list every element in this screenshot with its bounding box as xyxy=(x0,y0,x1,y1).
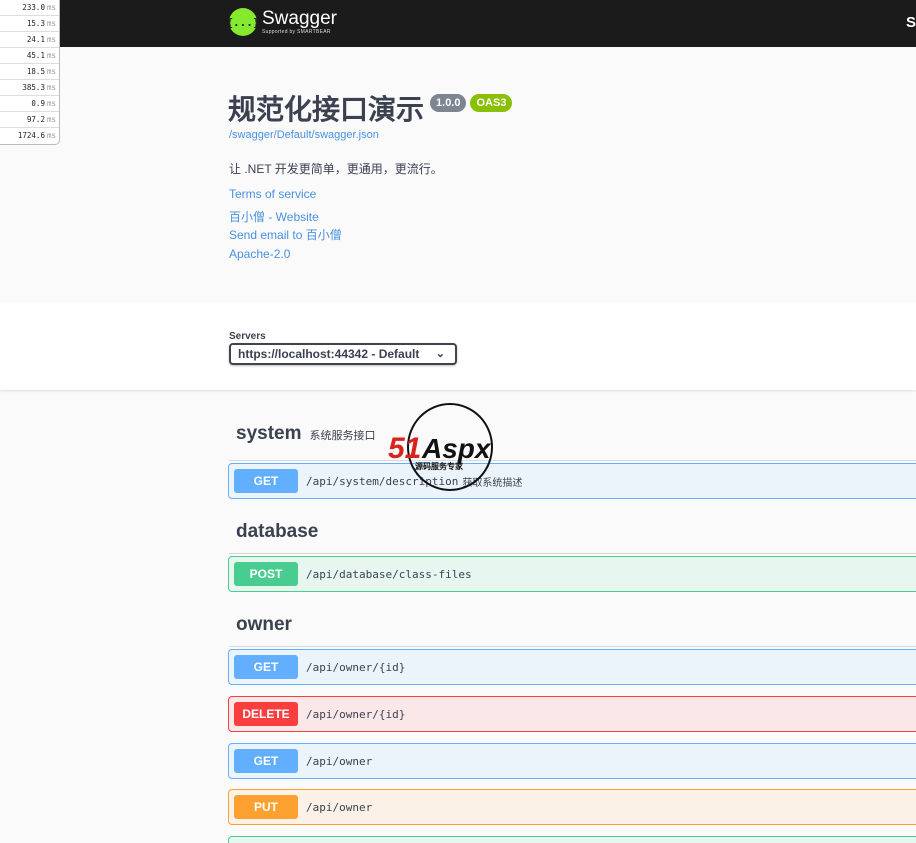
timing-panel: 233.0 ms 15.3 ms 24.1 ms 45.1 ms 18.5 ms 385.… xyxy=(0,0,60,145)
tag-system[interactable]: system 系统服务接口 xyxy=(236,423,376,445)
tag-name: database xyxy=(236,521,319,542)
timing-row: 18.5 ms xyxy=(0,64,59,80)
operation-path: /api/system/description xyxy=(306,474,459,488)
operation-post-database-class-files[interactable]: POST /api/database/class-files xyxy=(228,556,916,592)
operation-get-system-description[interactable]: GET /api/system/description 获取系统描述 xyxy=(228,463,916,499)
oas-badge: OAS3 xyxy=(470,94,513,112)
operation-put-owner[interactable]: PUT /api/owner xyxy=(228,789,916,825)
api-description: 让 .NET 开发更简单，更通用，更流行。 xyxy=(229,162,443,176)
operation-path: /api/database/class-files xyxy=(306,567,472,581)
tag-name: system xyxy=(236,423,302,444)
tag-owner[interactable]: owner xyxy=(236,614,292,636)
timing-row: 233.0 ms xyxy=(0,0,59,16)
tag-divider xyxy=(229,646,916,647)
terms-of-service-link[interactable]: Terms of service xyxy=(229,187,316,201)
tag-divider xyxy=(229,460,916,461)
license-link[interactable]: Apache-2.0 xyxy=(229,247,290,261)
contact-email-link[interactable]: Send email to 百小僧 xyxy=(229,226,342,243)
version-badge: 1.0.0 xyxy=(430,94,467,112)
timing-row: 1724.6 ms xyxy=(17,131,56,140)
operation-summary: 获取系统描述 xyxy=(462,477,523,489)
operation-path: /api/owner/{id} xyxy=(306,660,406,674)
servers-section: Servers https://localhost:44342 - Defaul… xyxy=(0,302,916,390)
topbar: {...} Swagger Supported by SMARTBEAR S xyxy=(0,0,916,47)
method-badge: POST xyxy=(234,562,298,586)
servers-select[interactable]: https://localhost:44342 - Default ⌄ xyxy=(229,343,457,365)
website-link[interactable]: 百小僧 - Website xyxy=(229,208,319,225)
operation-path: /api/owner xyxy=(306,800,373,814)
timing-row: 45.1 ms xyxy=(0,48,59,64)
operation-get-owner[interactable]: GET /api/owner xyxy=(228,743,916,779)
operation-path: /api/owner/{id} xyxy=(306,707,406,721)
brand-sub: Supported by SMARTBEAR xyxy=(262,29,331,35)
timing-row: 24.1 ms xyxy=(0,32,59,48)
operation-delete-owner-id[interactable]: DELETE /api/owner/{id} xyxy=(228,696,916,732)
swagger-logo-icon: {...} xyxy=(226,8,260,36)
timing-row: 385.3 ms xyxy=(0,80,59,96)
method-badge: GET xyxy=(234,655,298,679)
tag-divider xyxy=(229,553,916,554)
operation-get-owner-id[interactable]: GET /api/owner/{id} xyxy=(228,649,916,685)
api-title: 规范化接口演示 xyxy=(228,94,425,125)
servers-selected-value: https://localhost:44342 - Default xyxy=(238,347,420,361)
method-badge: GET xyxy=(234,469,298,493)
operation-partial-next[interactable] xyxy=(228,836,916,843)
chevron-down-icon: ⌄ xyxy=(435,348,445,360)
servers-label: Servers xyxy=(229,331,266,342)
timing-row: 97.2 ms xyxy=(0,112,59,128)
swagger-logo[interactable]: {...} Swagger Supported by SMARTBEAR xyxy=(226,8,337,36)
method-badge: GET xyxy=(234,749,298,773)
operation-path: /api/owner xyxy=(306,754,373,768)
brand-name: Swagger xyxy=(262,8,337,29)
spec-url-link[interactable]: /swagger/Default/swagger.json xyxy=(229,129,379,141)
method-badge: DELETE xyxy=(234,702,298,726)
info-section xyxy=(0,47,916,302)
api-title-row: 规范化接口演示 1.0.0 OAS3 xyxy=(228,88,513,128)
tag-description: 系统服务接口 xyxy=(309,430,376,442)
timing-row: 0.9 ms xyxy=(0,96,59,112)
method-badge: PUT xyxy=(234,795,298,819)
timing-row: 15.3 ms xyxy=(0,16,59,32)
topbar-right-text: S xyxy=(905,14,916,31)
tag-database[interactable]: database xyxy=(236,521,318,543)
tag-name: owner xyxy=(236,614,292,635)
